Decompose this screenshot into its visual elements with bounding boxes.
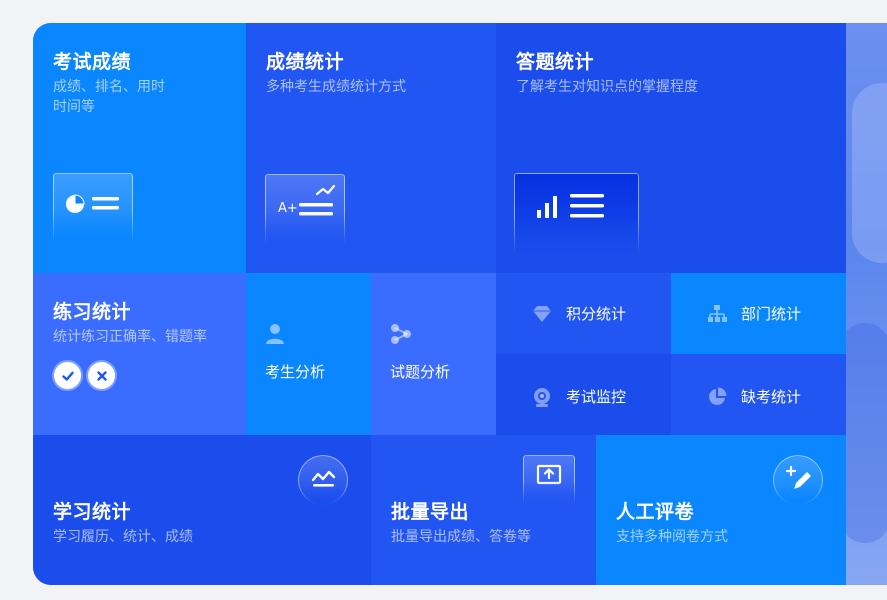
- tile-learning-stats[interactable]: 学习统计 学习履历、统计、成绩: [33, 435, 371, 585]
- tile-practice-stats[interactable]: 练习统计 统计练习正确率、错题率: [33, 273, 246, 435]
- tile-question-analysis-label: 试题分析: [390, 363, 451, 381]
- tile-answer-stats[interactable]: 答题统计 了解考生对知识点的掌握程度: [496, 23, 846, 273]
- tile-manual-grading-subtitle: 支持多种阅卷方式: [616, 529, 728, 545]
- tile-score-stats-title: 成绩统计: [266, 51, 345, 73]
- tile-examinee-analysis-label: 考生分析: [265, 363, 326, 381]
- tile-batch-export[interactable]: 批量导出 批量导出成绩、答卷等: [371, 435, 596, 585]
- tile-exam-score-subtitle-2: 时间等: [53, 99, 95, 115]
- tile-learning-stats-subtitle: 学习履历、统计、成绩: [53, 529, 193, 545]
- webcam-icon: [534, 387, 550, 407]
- pen-add-icon: [773, 455, 823, 505]
- org-chart-icon: [708, 304, 727, 322]
- tile-score-stats-subtitle: 多种考生成绩统计方式: [266, 79, 406, 95]
- user-icon: [266, 324, 284, 344]
- tile-exam-score[interactable]: 考试成绩 成绩、排名、用时 时间等: [33, 23, 246, 273]
- tile-points-stats[interactable]: 积分统计: [496, 273, 671, 354]
- tile-exam-monitor[interactable]: 考试监控: [496, 354, 671, 435]
- tile-question-analysis[interactable]: 试题分析: [371, 273, 496, 435]
- tile-practice-stats-subtitle: 统计练习正确率、错题率: [53, 329, 207, 345]
- export-upload-icon: [523, 455, 575, 503]
- check-icon: [54, 362, 81, 389]
- tile-exam-score-title: 考试成绩: [53, 51, 132, 73]
- svg-text:A+: A+: [278, 201, 298, 216]
- tile-score-stats[interactable]: 成绩统计 多种考生成绩统计方式 A+: [246, 23, 496, 273]
- tile-batch-export-subtitle: 批量导出成绩、答卷等: [391, 529, 531, 545]
- tile-manual-grading[interactable]: 人工评卷 支持多种阅卷方式: [596, 435, 846, 585]
- tile-absence-stats[interactable]: 缺考统计: [671, 354, 846, 435]
- tile-answer-stats-subtitle: 了解考生对知识点的掌握程度: [516, 79, 698, 95]
- background-image-strip: [846, 23, 887, 585]
- tile-batch-export-title: 批量导出: [391, 501, 470, 523]
- grade-trend-icon: A+: [265, 174, 345, 244]
- tile-examinee-analysis[interactable]: 考生分析: [246, 273, 371, 435]
- tile-points-stats-label: 积分统计: [566, 305, 627, 323]
- statistics-board: 考试成绩 成绩、排名、用时 时间等 成绩统计 多种考生成绩统计方式 A+ 答题统…: [33, 23, 887, 585]
- bar-list-icon: [514, 173, 639, 253]
- tile-dept-stats[interactable]: 部门统计: [671, 273, 846, 354]
- pie-chart-icon: [709, 387, 727, 405]
- molecule-icon: [391, 324, 411, 344]
- tile-dept-stats-label: 部门统计: [741, 305, 802, 323]
- tile-answer-stats-title: 答题统计: [516, 51, 595, 73]
- cross-icon: [88, 362, 115, 389]
- tile-exam-score-subtitle: 成绩、排名、用时: [53, 79, 165, 95]
- activity-chart-icon: [298, 455, 348, 505]
- tile-manual-grading-title: 人工评卷: [616, 501, 695, 523]
- tile-learning-stats-title: 学习统计: [53, 501, 132, 523]
- report-card-icon: [53, 173, 133, 243]
- tile-absence-stats-label: 缺考统计: [741, 388, 802, 406]
- diamond-icon: [533, 305, 551, 322]
- tile-practice-stats-title: 练习统计: [53, 301, 132, 323]
- tile-exam-monitor-label: 考试监控: [566, 388, 627, 406]
